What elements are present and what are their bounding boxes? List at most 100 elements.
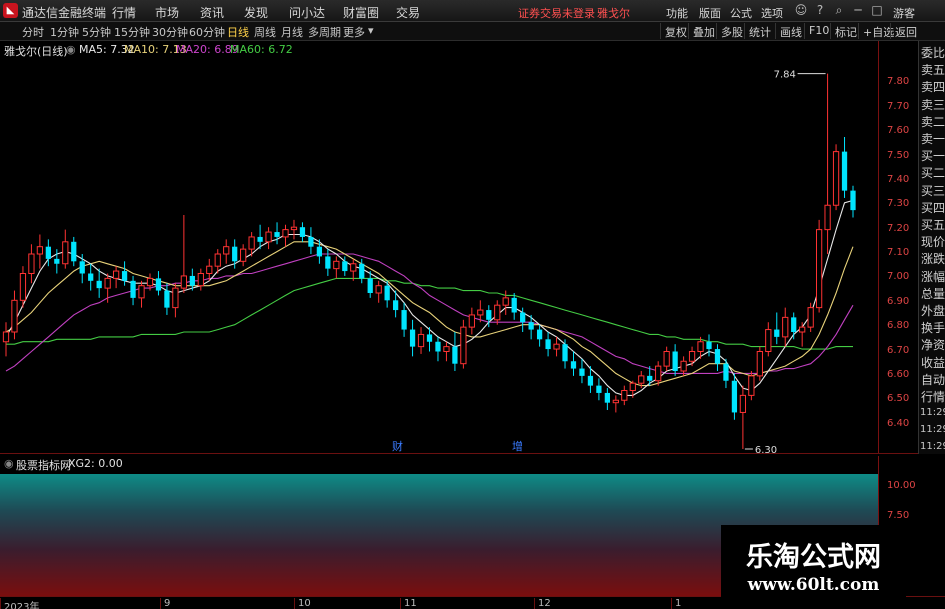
chart-title: 雅戈尔(日线): [4, 45, 68, 58]
event-tag-1[interactable]: 增: [512, 439, 523, 453]
quote-field-label: 净资: [921, 338, 945, 353]
period-15min[interactable]: 15分钟: [114, 24, 150, 40]
candle: [782, 307, 789, 347]
candle: [824, 73, 831, 254]
period-monthly[interactable]: 月线: [281, 24, 303, 40]
period-daily[interactable]: 日线: [227, 24, 249, 40]
candle: [748, 371, 755, 401]
btn-f10[interactable]: F10: [804, 23, 833, 39]
login-warning[interactable]: 证券交易未登录: [518, 5, 595, 21]
menu-gongshi[interactable]: 公式: [730, 5, 752, 21]
period-more[interactable]: 更多: [343, 24, 365, 40]
candle: [841, 137, 848, 198]
price-tick: 6.50: [887, 393, 910, 405]
candle: [409, 319, 416, 357]
menu-banmian[interactable]: 版面: [699, 5, 721, 21]
quote-field-label: 现价: [921, 235, 945, 250]
candle: [655, 361, 662, 386]
date-label-12: 12: [534, 598, 551, 609]
btn-fuquan[interactable]: 复权: [660, 23, 691, 39]
menu-hangqing[interactable]: 行情: [112, 4, 136, 21]
period-30min[interactable]: 30分钟: [152, 24, 188, 40]
candle: [112, 266, 120, 289]
event-tag-0[interactable]: 财: [392, 439, 403, 453]
help-icon[interactable]: ?: [812, 2, 828, 18]
candle: [375, 280, 382, 303]
more-dropdown-icon[interactable]: ▾: [368, 24, 374, 37]
period-5min[interactable]: 5分钟: [82, 24, 111, 40]
candle: [502, 290, 509, 315]
candle: [290, 219, 298, 240]
btn-fanhui[interactable]: 返回: [890, 23, 921, 39]
period-60min[interactable]: 60分钟: [189, 24, 225, 40]
candle: [308, 227, 314, 254]
price-tick: 7.40: [887, 173, 910, 185]
price-tick: 7.70: [887, 100, 910, 112]
quote-field-label: 买三: [921, 183, 945, 198]
date-label-1: 1: [671, 598, 681, 609]
btn-duogu[interactable]: 多股: [716, 23, 747, 39]
btn-huaxian[interactable]: 画线: [775, 23, 806, 39]
period-multi[interactable]: 多周期: [308, 24, 341, 40]
price-tick: 7.50: [887, 149, 910, 161]
restore-icon[interactable]: □: [869, 2, 885, 18]
candle: [553, 336, 560, 357]
quote-field-label: 自动: [921, 372, 945, 387]
candle: [96, 268, 102, 298]
candle: [663, 346, 670, 371]
menu-jiaoyi[interactable]: 交易: [396, 4, 420, 21]
candle: [130, 275, 136, 306]
menu-wenxiaoda[interactable]: 问小达: [289, 4, 325, 21]
menu-shichang[interactable]: 市场: [155, 4, 179, 21]
tick-time: 11:29: [920, 441, 945, 452]
sub-indicator-title: 股票指标网: [16, 459, 71, 472]
candle: [2, 322, 10, 357]
candle: [714, 344, 721, 371]
period-weekly[interactable]: 周线: [254, 24, 276, 40]
quote-field-label: 总量: [921, 286, 945, 301]
candle: [274, 222, 280, 245]
app-title: 通达信金融终端: [22, 6, 107, 20]
btn-diejia[interactable]: 叠加: [688, 23, 719, 39]
quote-field-label: 卖五: [921, 63, 945, 78]
date-label-2023: 2023年: [0, 598, 39, 609]
candle: [88, 263, 94, 291]
price-tick: 7.30: [887, 198, 910, 210]
candle: [832, 144, 840, 211]
user-icon[interactable]: ☺: [793, 2, 809, 18]
minimize-icon[interactable]: ─: [850, 2, 866, 18]
period-1min[interactable]: 1分钟: [50, 24, 79, 40]
btn-tongji[interactable]: 统计: [744, 23, 775, 39]
menu-gongneng[interactable]: 功能: [666, 5, 688, 21]
search-icon[interactable]: ⌕: [831, 2, 847, 18]
btn-biaoji[interactable]: 标记: [830, 23, 861, 39]
quote-field-label: 涨幅: [921, 269, 945, 284]
site-watermark: 乐淘公式网 www.60lt.com: [721, 525, 906, 609]
candle: [612, 395, 619, 413]
quote-field-label: 卖四: [921, 80, 945, 95]
quote-field-label: 卖三: [921, 97, 945, 112]
watermark-title: 乐淘公式网: [746, 542, 881, 573]
guest-label[interactable]: 游客: [893, 5, 915, 21]
period-fenshi[interactable]: 分时: [22, 24, 44, 40]
menu-zixun[interactable]: 资讯: [200, 4, 224, 21]
candle: [299, 222, 306, 242]
candle: [511, 293, 517, 320]
candle: [799, 322, 806, 347]
menu-xuanxiang[interactable]: 选项: [761, 5, 783, 21]
candle: [138, 280, 145, 308]
candlestick-chart[interactable]: 7.846.30财增: [0, 41, 878, 454]
candles: [2, 73, 856, 449]
candle: [265, 227, 272, 250]
indicator-toggle-icon[interactable]: ◉: [66, 43, 76, 56]
candle: [579, 358, 585, 384]
price-tick: 6.80: [887, 320, 910, 332]
candle: [180, 215, 187, 293]
candle: [774, 312, 780, 345]
candle: [417, 327, 425, 354]
pane-divider[interactable]: [0, 453, 918, 454]
menu-caifuquan[interactable]: 财富圈: [343, 4, 379, 21]
quote-field-label: 买四: [921, 200, 945, 215]
sub-indicator-icon[interactable]: ◉: [4, 457, 14, 470]
menu-faxian[interactable]: 发现: [244, 4, 268, 21]
